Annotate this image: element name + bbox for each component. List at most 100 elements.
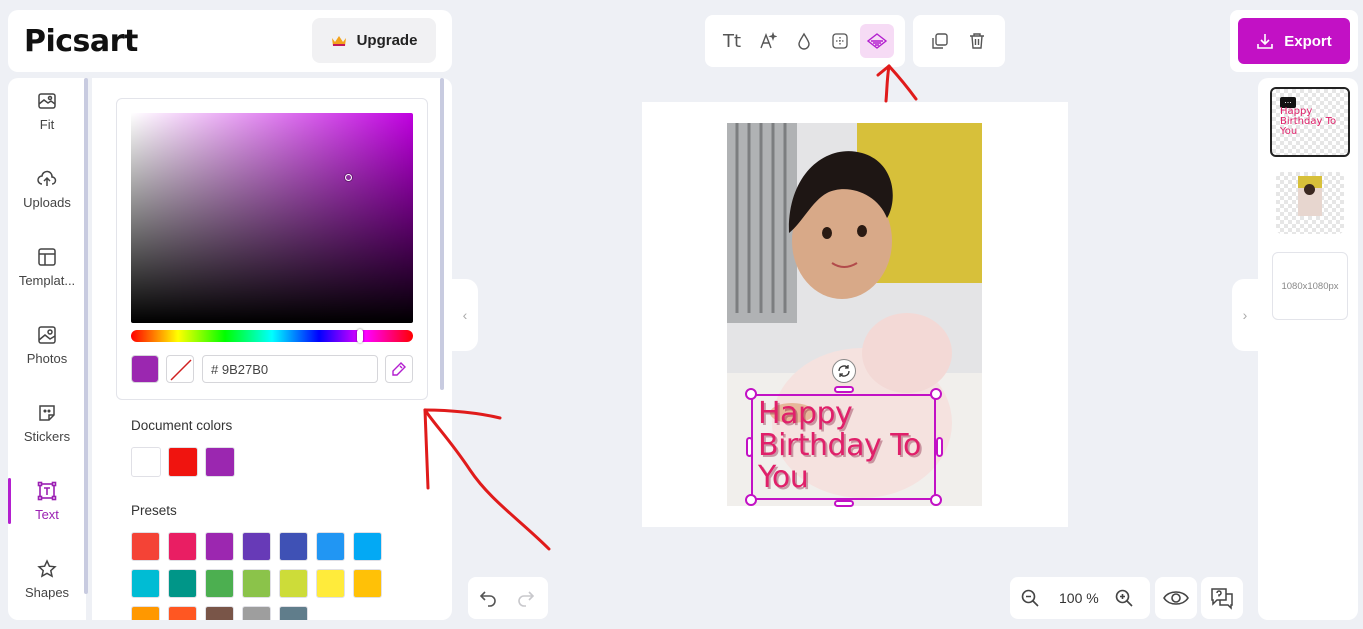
birthday-text[interactable]: Happy Birthday To You [758, 398, 948, 494]
undo-icon[interactable] [478, 588, 498, 608]
preset-color-swatch[interactable] [279, 606, 308, 620]
no-color-icon [170, 359, 192, 381]
preset-color-swatch[interactable] [316, 569, 345, 598]
resize-handle-top-right[interactable] [930, 388, 942, 400]
chevron-right-icon: › [1242, 307, 1248, 323]
saturation-value-area[interactable] [131, 113, 413, 323]
zoom-level[interactable]: 100 % [1059, 590, 1099, 606]
sidebar-item-uploads[interactable]: Uploads [8, 158, 86, 220]
sidebar-item-fit[interactable]: Fit [8, 80, 86, 142]
preset-color-swatch[interactable] [353, 532, 382, 561]
resize-handle-bottom[interactable] [834, 500, 854, 507]
font-size-button[interactable]: Tt [715, 24, 749, 58]
page-thumbnail-1[interactable]: ... Happy Birthday To You [1270, 87, 1350, 157]
color-picker: # 9B27B0 [116, 98, 428, 400]
sidebar-item-stickers[interactable]: Stickers [8, 392, 86, 454]
eyedropper-button[interactable] [385, 355, 413, 383]
document-color-swatch[interactable] [205, 447, 235, 477]
upgrade-button[interactable]: Upgrade [312, 18, 436, 63]
rotate-handle[interactable] [832, 359, 856, 383]
preset-color-swatch[interactable] [242, 606, 271, 620]
preview-button[interactable] [1155, 577, 1197, 619]
export-button[interactable]: Export [1238, 18, 1350, 64]
preset-color-swatch[interactable] [353, 569, 382, 598]
history-controls [468, 577, 548, 619]
preset-color-swatch[interactable] [205, 606, 234, 620]
resize-handle-bottom-left[interactable] [745, 494, 757, 506]
document-color-swatch[interactable] [131, 447, 161, 477]
sidebar-item-shapes[interactable]: Shapes [8, 548, 86, 610]
zoom-controls: 100 % [1010, 577, 1150, 619]
saturation-handle[interactable] [345, 174, 352, 181]
blend-button[interactable] [860, 24, 894, 58]
position-icon [832, 33, 848, 49]
rotate-icon [838, 365, 850, 377]
new-page-button[interactable]: 1080x1080px [1272, 252, 1348, 320]
template-icon [38, 247, 56, 266]
duplicate-button[interactable] [923, 24, 957, 58]
preset-color-swatch[interactable] [242, 532, 271, 561]
resize-handle-left[interactable] [746, 437, 753, 457]
preset-color-swatch[interactable] [205, 532, 234, 561]
current-color-swatch[interactable] [131, 355, 159, 383]
page-thumbnail-2[interactable] [1276, 172, 1344, 234]
panel-scrollbar[interactable] [440, 78, 444, 390]
preset-color-swatch[interactable] [131, 532, 160, 561]
position-button[interactable] [823, 24, 857, 58]
text-effects-icon [760, 32, 777, 49]
star-icon [37, 558, 57, 578]
preset-color-swatch[interactable] [242, 569, 271, 598]
sidebar-item-label: Text [35, 506, 59, 522]
no-color-swatch[interactable] [166, 355, 194, 383]
sidebar-item-templates[interactable]: Templat... [8, 236, 86, 298]
left-sidebar: Fit Uploads Templat... Photos Stickers T… [8, 78, 86, 620]
preset-color-swatch[interactable] [131, 606, 160, 620]
preset-color-swatch[interactable] [168, 606, 197, 620]
opacity-button[interactable] [787, 24, 821, 58]
help-button[interactable] [1201, 577, 1243, 619]
document-colors-title: Document colors [131, 418, 233, 433]
hue-slider[interactable] [131, 329, 413, 343]
eye-icon [1163, 591, 1189, 605]
zoom-out-icon[interactable] [1020, 588, 1040, 608]
preset-color-swatch[interactable] [279, 532, 308, 561]
preset-color-swatch[interactable] [168, 569, 197, 598]
header-bar: Picsart Upgrade [8, 10, 452, 72]
sidebar-item-label: Fit [39, 116, 55, 132]
download-icon [1257, 34, 1274, 49]
collapse-panel-button[interactable]: ‹ [452, 279, 478, 351]
sidebar-item-photos[interactable]: Photos [8, 314, 86, 376]
delete-button[interactable] [960, 24, 994, 58]
fit-icon [38, 92, 56, 109]
document-color-swatch[interactable] [168, 447, 198, 477]
hex-input[interactable]: # 9B27B0 [202, 355, 378, 383]
photo-icon [38, 325, 56, 344]
preset-color-swatch[interactable] [168, 532, 197, 561]
sidebar-item-label: Stickers [23, 428, 71, 444]
resize-handle-top[interactable] [834, 386, 854, 393]
resize-handle-bottom-right[interactable] [930, 494, 942, 506]
resize-handle-right[interactable] [936, 437, 943, 457]
text-effects-button[interactable] [751, 24, 785, 58]
preset-color-swatch[interactable] [316, 532, 345, 561]
help-chat-icon [1211, 588, 1233, 610]
crown-icon [331, 35, 346, 46]
hue-slider-handle[interactable] [357, 329, 363, 343]
redo-icon[interactable] [516, 588, 536, 608]
collapse-pages-button[interactable]: › [1232, 279, 1258, 351]
picsart-logo[interactable]: Picsart [24, 24, 138, 59]
color-panel: # 9B27B0 Document colors Presets [92, 78, 452, 620]
text-toolbar: Tt [705, 15, 905, 67]
chevron-left-icon: ‹ [462, 307, 468, 323]
sidebar-scrollbar[interactable] [84, 78, 88, 594]
text-format-icon: Tt [722, 30, 742, 52]
sidebar-item-text[interactable]: Text [8, 470, 86, 532]
sticker-icon [39, 404, 55, 421]
sidebar-item-label: Uploads [23, 194, 71, 210]
preset-color-swatch[interactable] [205, 569, 234, 598]
preset-color-swatch[interactable] [279, 569, 308, 598]
preset-color-swatch[interactable] [131, 569, 160, 598]
export-area: Export [1230, 10, 1358, 72]
zoom-in-icon[interactable] [1114, 588, 1134, 608]
resize-handle-top-left[interactable] [745, 388, 757, 400]
